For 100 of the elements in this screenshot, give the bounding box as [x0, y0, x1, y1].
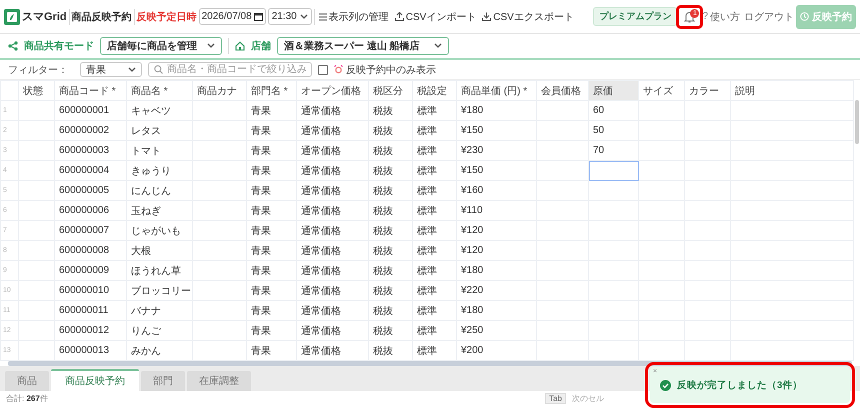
table-cell: 青果 [246, 280, 296, 300]
checkbox[interactable] [318, 64, 328, 74]
bell-icon [684, 10, 696, 22]
table-cell: 通常価格 [296, 260, 368, 280]
help-link[interactable]: 使い方 [710, 10, 740, 24]
table-cell: 標準 [412, 280, 456, 300]
table-cell: 青果 [246, 200, 296, 220]
table-cell: 青果 [246, 300, 296, 320]
column-header[interactable]: 説明 [730, 80, 854, 100]
table-cell: レタス [126, 120, 192, 140]
table-cell: 標準 [412, 180, 456, 200]
table-cell: 70 [588, 140, 638, 160]
table-cell: にんじん [126, 180, 192, 200]
column-header[interactable]: 商品カナ [192, 80, 246, 100]
toolbar-button[interactable]: CSVエクスポート [480, 10, 576, 24]
table-cell: 600000007 [54, 220, 126, 240]
table-cell: 標準 [412, 320, 456, 340]
table-cell: 税抜 [368, 320, 412, 340]
column-header[interactable]: 原価 [588, 80, 638, 100]
table-cell: 青果 [246, 220, 296, 240]
table-cell: 標準 [412, 160, 456, 180]
toolbar-button[interactable]: 表示列の管理 [316, 10, 391, 24]
time-select[interactable]: 21:30 [268, 8, 312, 25]
column-header[interactable]: 会員価格 [536, 80, 588, 100]
table-cell: ¥120 [456, 240, 536, 260]
column-header[interactable]: 商品コード * [54, 80, 126, 100]
scrollbar[interactable] [8, 361, 852, 366]
toolbar-button[interactable]: CSVインポート [392, 10, 478, 24]
scrollbar[interactable] [855, 100, 859, 144]
table-cell: 税抜 [368, 300, 412, 320]
table-cell: 標準 [412, 200, 456, 220]
table-cell: 50 [588, 120, 638, 140]
table-cell: 600000004 [54, 160, 126, 180]
table-cell: 600000002 [54, 120, 126, 140]
logo-icon [4, 8, 20, 24]
sheet-tab[interactable]: 商品反映予約 [51, 369, 139, 391]
date-field[interactable]: 2026/07/08 [198, 8, 266, 25]
table-cell: 通常価格 [296, 140, 368, 160]
table-cell[interactable] [588, 160, 638, 180]
table-cell: 青果 [246, 240, 296, 260]
table-cell: トマト [126, 140, 192, 160]
caret-icon [300, 14, 308, 20]
table-cell: ¥120 [456, 220, 536, 240]
table-cell: 青果 [246, 260, 296, 280]
column-header[interactable]: 商品名 * [126, 80, 192, 100]
table-cell: 税抜 [368, 180, 412, 200]
schedule-label: 反映予定日時 [136, 10, 197, 24]
table-cell: 標準 [412, 260, 456, 280]
table-cell: 税抜 [368, 260, 412, 280]
store-select[interactable]: 酒＆業務スーパー 遠山 船橋店 [277, 37, 449, 55]
column-header[interactable]: 税区分 [368, 80, 412, 100]
table-cell: きゅうり [126, 160, 192, 180]
column-header[interactable]: オープン価格 [296, 80, 368, 100]
table-cell: 600000005 [54, 180, 126, 200]
clock-icon [800, 12, 809, 21]
table-cell: ¥180 [456, 100, 536, 120]
mode-select[interactable]: 店舗毎に商品を管理 [100, 37, 222, 55]
home-icon [235, 41, 245, 51]
table-cell: 通常価格 [296, 280, 368, 300]
list-icon [318, 12, 327, 20]
table-cell: 通常価格 [296, 200, 368, 220]
table-cell: ブロッコリー [126, 280, 192, 300]
plan-badge: プレミアムプラン [593, 7, 678, 26]
column-header[interactable]: 商品単価 (円) * [456, 80, 536, 100]
total-count: 合計: 267件 [6, 392, 48, 404]
table-cell: 税抜 [368, 280, 412, 300]
table-cell: 600000008 [54, 240, 126, 260]
upload-icon [394, 12, 404, 21]
table-cell: 税抜 [368, 200, 412, 220]
table-cell: 600000012 [54, 320, 126, 340]
table-cell: バナナ [126, 300, 192, 320]
table-cell: ¥150 [456, 120, 536, 140]
table-cell: 通常価格 [296, 180, 368, 200]
table-cell: 玉ねぎ [126, 200, 192, 220]
table-cell: 通常価格 [296, 240, 368, 260]
table-cell: 600000011 [54, 300, 126, 320]
shortcut-hint: 次のセル [572, 392, 604, 404]
table-cell: 600000003 [54, 140, 126, 160]
table-cell: 600000006 [54, 200, 126, 220]
search-icon [154, 65, 163, 74]
caret-icon [207, 43, 215, 49]
table-cell: キャベツ [126, 100, 192, 120]
table-cell: 青果 [246, 180, 296, 200]
table-cell: 600000010 [54, 280, 126, 300]
table-cell: ¥230 [456, 140, 536, 160]
table-cell: 60 [588, 100, 638, 120]
category-select[interactable]: 青果 [80, 62, 142, 77]
column-header[interactable]: サイズ [638, 80, 684, 100]
store-label: 店舗 [251, 39, 271, 53]
table-cell: ¥250 [456, 320, 536, 340]
table-cell: ¥110 [456, 200, 536, 220]
column-header[interactable]: 税設定 [412, 80, 456, 100]
table-cell: 通常価格 [296, 120, 368, 140]
column-header[interactable]: 状態 [18, 80, 54, 100]
logout-link[interactable]: ログアウト [744, 10, 794, 24]
download-icon [482, 12, 492, 21]
column-header[interactable]: 部門名 * [246, 80, 296, 100]
table-cell: 標準 [412, 220, 456, 240]
table-cell: ¥180 [456, 260, 536, 280]
column-header[interactable]: カラー [684, 80, 730, 100]
